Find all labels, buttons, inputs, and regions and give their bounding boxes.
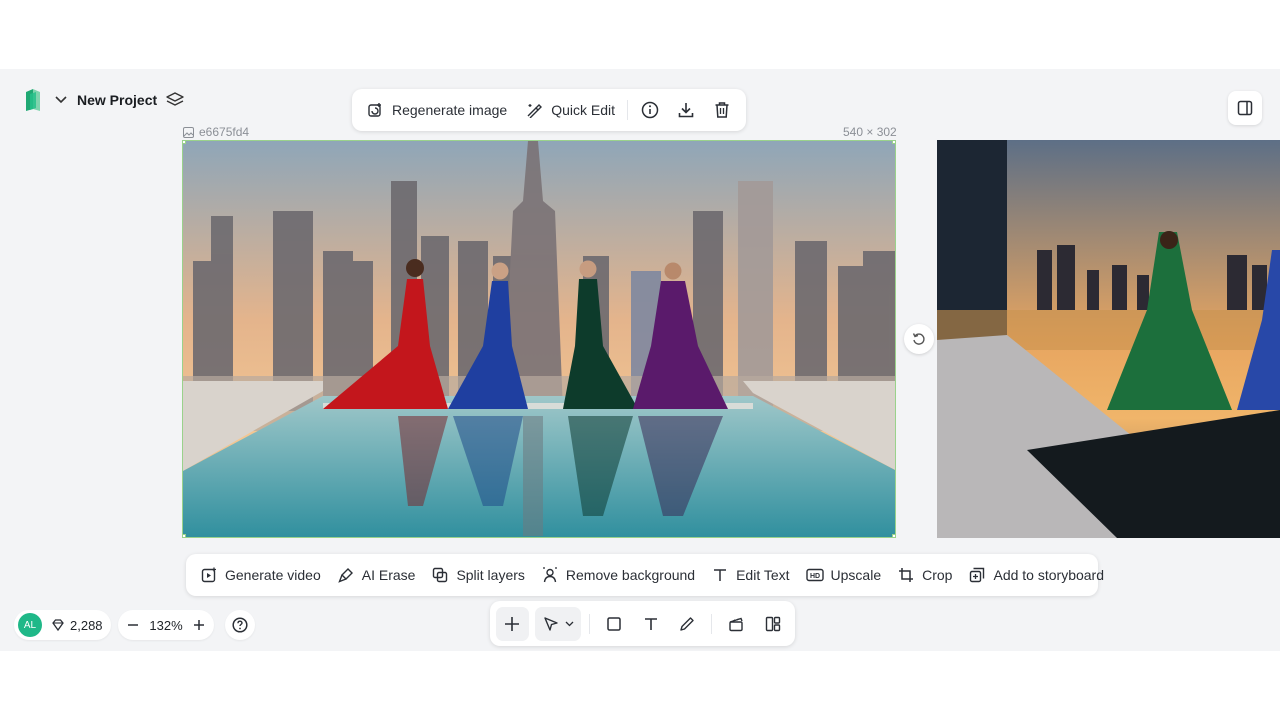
- regenerate-image-button[interactable]: Regenerate image: [360, 94, 513, 126]
- app-logo-icon[interactable]: [24, 88, 44, 112]
- secondary-image[interactable]: [937, 140, 1280, 538]
- select-tool-button[interactable]: [534, 606, 581, 641]
- image-action-bar: Generate video AI Erase Split layers Rem…: [186, 554, 1104, 596]
- add-tool-button[interactable]: [496, 606, 529, 641]
- upscale-label: Upscale: [830, 567, 882, 583]
- fashion-skyline-illustration: [183, 141, 895, 537]
- toolbar-divider: [627, 100, 628, 120]
- credits-value: 2,288: [70, 617, 103, 633]
- info-icon[interactable]: [634, 94, 666, 126]
- trash-icon[interactable]: [706, 94, 738, 126]
- zoom-out-icon[interactable]: [126, 618, 140, 632]
- crop-label: Crop: [922, 567, 953, 583]
- project-header: New Project: [24, 87, 184, 113]
- layout-tool-button[interactable]: [756, 607, 789, 641]
- quick-edit-button[interactable]: Quick Edit: [519, 94, 621, 126]
- edit-text-button[interactable]: Edit Text: [703, 559, 797, 591]
- add-to-storyboard-label: Add to storyboard: [993, 567, 1104, 583]
- person-cutout-icon: [541, 566, 559, 584]
- hd-icon: HD: [805, 566, 824, 584]
- rotate-icon: [912, 332, 926, 346]
- ai-erase-button[interactable]: AI Erase: [329, 559, 424, 591]
- help-button[interactable]: [225, 610, 255, 640]
- remove-background-label: Remove background: [565, 567, 696, 583]
- zoom-level[interactable]: 132%: [149, 618, 182, 633]
- project-title[interactable]: New Project: [77, 92, 157, 108]
- split-layers-button[interactable]: Split layers: [423, 559, 532, 591]
- crop-button[interactable]: Crop: [889, 559, 960, 591]
- clapperboard-tool-button[interactable]: [720, 607, 753, 641]
- layout-grid-icon: [765, 616, 781, 632]
- quick-edit-label: Quick Edit: [551, 102, 615, 118]
- plus-icon: [504, 616, 520, 632]
- regenerate-icon: [366, 101, 384, 119]
- ai-erase-label: AI Erase: [361, 567, 416, 583]
- image-icon: [183, 126, 194, 138]
- resize-handle-tl[interactable]: [183, 141, 186, 144]
- crop-icon: [897, 566, 915, 584]
- text-icon: [711, 566, 729, 584]
- text-icon: [643, 616, 659, 632]
- avatar[interactable]: AL: [18, 613, 42, 637]
- square-icon: [606, 616, 622, 632]
- image-id: e6675fd4: [199, 125, 250, 139]
- upscale-button[interactable]: HD Upscale: [798, 559, 890, 591]
- chevron-down-icon[interactable]: [54, 93, 68, 107]
- image-toolbar: Regenerate image Quick Edit: [352, 89, 746, 131]
- download-icon[interactable]: [670, 94, 702, 126]
- zoom-in-icon[interactable]: [192, 618, 206, 632]
- add-to-storyboard-button[interactable]: Add to storyboard: [960, 559, 1112, 591]
- app-canvas-area: New Project Regenerate image Quick Edit: [0, 69, 1280, 651]
- rectangle-tool-button[interactable]: [598, 607, 631, 641]
- rotate-button[interactable]: [904, 324, 934, 354]
- image-size-label: 540 × 302: [843, 125, 897, 139]
- pointer-icon: [543, 616, 559, 632]
- clapperboard-icon: [728, 616, 744, 632]
- selected-image[interactable]: [182, 140, 896, 538]
- edit-text-label: Edit Text: [736, 567, 790, 583]
- regenerate-label: Regenerate image: [392, 102, 508, 118]
- toolbar-divider: [711, 613, 713, 634]
- zoom-control: 132%: [118, 610, 214, 640]
- rooftop-pool-illustration: [937, 140, 1280, 538]
- storyboard-icon: [968, 566, 986, 584]
- video-plus-icon: [200, 566, 218, 584]
- toolbar-divider: [588, 613, 590, 634]
- image-id-label: e6675fd4: [183, 125, 249, 139]
- credits-badge[interactable]: AL 2,288: [14, 610, 111, 640]
- help-icon: [232, 617, 248, 633]
- canvas-tool-bar: [490, 601, 795, 646]
- brush-icon: [337, 566, 355, 584]
- generate-video-label: Generate video: [225, 567, 321, 583]
- toggle-panel-button[interactable]: [1228, 91, 1262, 125]
- text-tool-button[interactable]: [634, 607, 667, 641]
- svg-text:HD: HD: [809, 573, 819, 580]
- credits-gem-icon: [50, 617, 66, 633]
- layers-icon[interactable]: [166, 91, 184, 109]
- pencil-tool-button[interactable]: [671, 607, 704, 641]
- pencil-icon: [679, 616, 695, 632]
- remove-background-button[interactable]: Remove background: [533, 559, 703, 591]
- layers-split-icon: [431, 566, 449, 584]
- split-layers-label: Split layers: [456, 567, 525, 583]
- generate-video-button[interactable]: Generate video: [192, 559, 329, 591]
- chevron-down-icon[interactable]: [565, 621, 574, 627]
- wand-pencil-icon: [525, 101, 543, 119]
- sidebar-panel-icon: [1237, 100, 1253, 116]
